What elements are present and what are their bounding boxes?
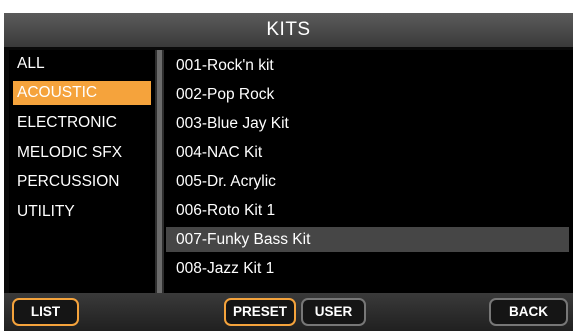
kit-browser-screen: KITS ALL ACOUSTIC ELECTRONIC MELODIC SFX… [4, 13, 573, 331]
kit-item-006[interactable]: 006-Roto Kit 1 [166, 198, 569, 223]
category-list: ALL ACOUSTIC ELECTRONIC MELODIC SFX PERC… [9, 50, 155, 293]
category-item-percussion[interactable]: PERCUSSION [13, 170, 151, 194]
kit-item-005[interactable]: 005-Dr. Acrylic [166, 169, 569, 194]
back-button[interactable]: BACK [489, 298, 568, 326]
kit-list: 001-Rock'n kit 002-Pop Rock 003-Blue Jay… [164, 50, 573, 293]
category-item-all[interactable]: ALL [13, 52, 151, 76]
user-button[interactable]: USER [301, 298, 366, 326]
kit-item-001[interactable]: 001-Rock'n kit [166, 53, 569, 78]
category-item-electronic[interactable]: ELECTRONIC [13, 111, 151, 135]
category-item-acoustic[interactable]: ACOUSTIC [13, 81, 151, 105]
list-button[interactable]: LIST [12, 298, 79, 326]
kit-item-004[interactable]: 004-NAC Kit [166, 140, 569, 165]
kit-item-002[interactable]: 002-Pop Rock [166, 82, 569, 107]
category-item-utility[interactable]: UTILITY [13, 200, 151, 224]
kit-item-003[interactable]: 003-Blue Jay Kit [166, 111, 569, 136]
kit-item-008[interactable]: 008-Jazz Kit 1 [166, 256, 569, 281]
category-scrollbar[interactable] [157, 50, 162, 293]
category-item-melodic-sfx[interactable]: MELODIC SFX [13, 141, 151, 165]
preset-button[interactable]: PRESET [224, 298, 296, 326]
kit-item-007[interactable]: 007-Funky Bass Kit [166, 227, 569, 252]
bottom-toolbar: LIST PRESET USER BACK [4, 293, 573, 331]
page-title: KITS [4, 13, 573, 47]
